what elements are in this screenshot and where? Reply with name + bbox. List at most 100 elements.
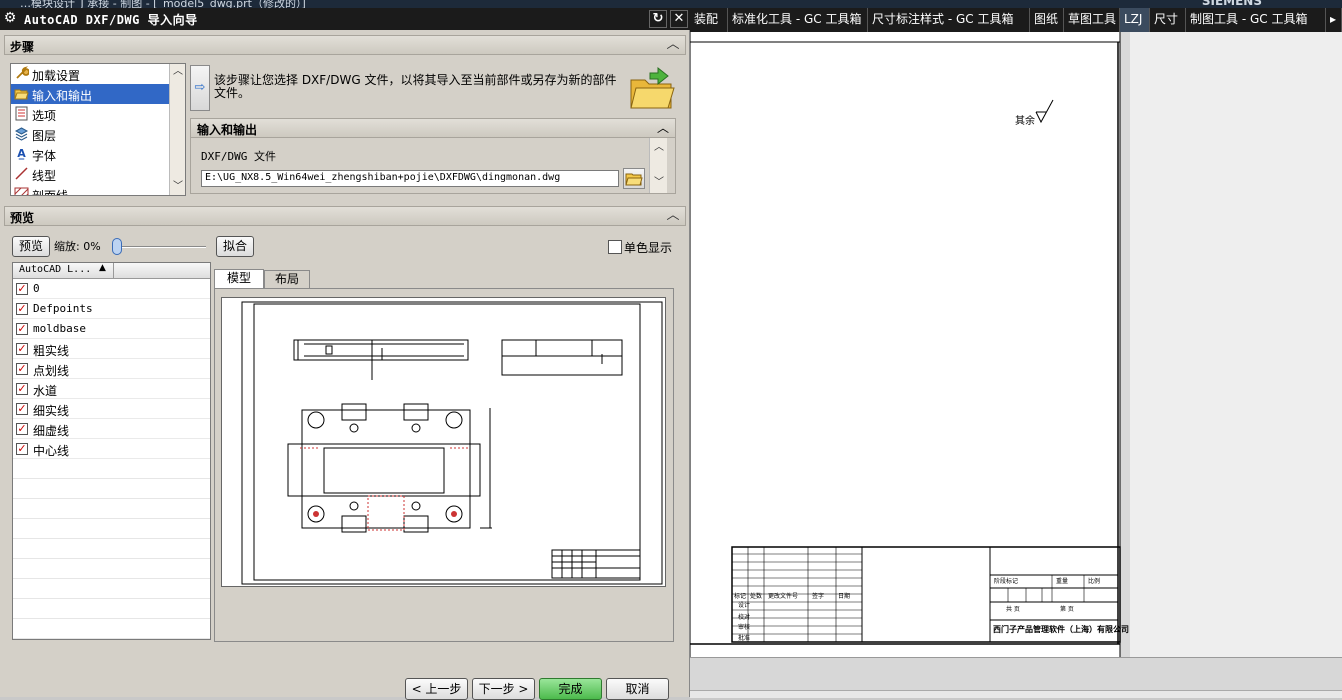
layer-row[interactable]: ✓ 中心线	[13, 439, 210, 459]
step-item-hatch[interactable]: 剖面线	[11, 184, 169, 196]
empty-row	[13, 539, 210, 559]
title-block-label: 第 页	[1060, 606, 1074, 613]
dialog-title: AutoCAD DXF/DWG 导入向导	[24, 13, 198, 27]
brand-logo: SIEMENS	[1201, 0, 1262, 8]
folder-import-icon	[628, 66, 676, 112]
layer-row[interactable]: ✓ 水道	[13, 379, 210, 399]
layer-column-header[interactable]: AutoCAD L... ▲	[13, 263, 210, 279]
zoom-label: 缩放: 0%	[54, 240, 101, 253]
step-item-label: 线型	[32, 169, 57, 183]
layer-row[interactable]: ✓ 细虚线	[13, 419, 210, 439]
title-block-label: 比例	[1088, 578, 1101, 585]
layer-name: 细实线	[33, 404, 70, 418]
layer-checkbox[interactable]: ✓	[16, 443, 28, 455]
layer-list[interactable]: AutoCAD L... ▲ ✓ 0 ✓ Defpoints ✓ moldbase ✓ 粗实线…	[12, 262, 211, 640]
title-block-label: 重量	[1056, 578, 1069, 585]
step-item-fonts[interactable]: A̲ 字体	[11, 144, 169, 164]
steps-section-header[interactable]: 步骤 ︿	[4, 35, 686, 55]
chevron-up-icon[interactable]: ︿	[655, 120, 671, 136]
reset-icon[interactable]: ↻	[649, 10, 667, 28]
empty-row	[13, 479, 210, 499]
linetype-icon	[14, 166, 29, 181]
zoom-slider-track[interactable]	[116, 246, 206, 248]
title-block-label: 审核	[738, 624, 751, 631]
empty-row	[13, 579, 210, 599]
tab-layout[interactable]: 布局	[264, 270, 310, 288]
chevron-down-icon[interactable]: ﹀	[170, 179, 185, 195]
empty-row	[13, 599, 210, 619]
preview-section-header[interactable]: 预览 ︿	[4, 206, 686, 226]
steps-scrollbar[interactable]: ︿ ﹀	[169, 64, 185, 195]
sort-up-icon[interactable]: ▲	[99, 263, 106, 273]
ribbon-tab[interactable]: 制图工具 - GC 工具箱	[1186, 8, 1326, 32]
fit-button[interactable]: 拟合	[216, 236, 254, 257]
steps-list[interactable]: 加载设置 输入和输出 选项 图层 A̲ 字体 线型 剖面线 ︿ ﹀	[10, 63, 186, 196]
layer-name: 中心线	[33, 444, 70, 458]
step-item-label: 字体	[32, 149, 57, 163]
step-item-linetype[interactable]: 线型	[11, 164, 169, 184]
top-strip: …模块设计_J 承接 - 制图 - [_model5_dwg.prt（修改的）]…	[0, 0, 1342, 10]
ribbon-tab[interactable]: 装配	[690, 8, 728, 32]
chevron-up-icon[interactable]: ︿	[651, 140, 667, 156]
step-item-layers[interactable]: 图层	[11, 124, 169, 144]
layer-checkbox[interactable]: ✓	[16, 303, 28, 315]
hatch-icon	[14, 186, 29, 195]
layer-checkbox[interactable]: ✓	[16, 383, 28, 395]
mono-display-checkbox[interactable]	[608, 240, 622, 254]
step-item-input-output[interactable]: 输入和输出	[11, 84, 169, 104]
layer-row[interactable]: ✓ moldbase	[13, 319, 210, 339]
chevron-up-icon[interactable]: ︿	[665, 208, 681, 224]
empty-row	[13, 499, 210, 519]
io-scrollbar[interactable]: ︿ ﹀	[649, 138, 667, 193]
chevron-right-icon[interactable]: ▸	[1328, 8, 1342, 32]
browse-folder-button[interactable]	[623, 168, 645, 189]
close-icon[interactable]: ✕	[670, 10, 688, 28]
ribbon-tab[interactable]: 标准化工具 - GC 工具箱	[728, 8, 868, 32]
tab-model[interactable]: 模型	[214, 269, 264, 289]
chevron-up-icon[interactable]: ︿	[665, 37, 681, 53]
title-block-label: 校对	[738, 614, 751, 621]
layer-checkbox[interactable]: ✓	[16, 323, 28, 335]
layer-checkbox[interactable]: ✓	[16, 283, 28, 295]
empty-row	[13, 459, 210, 479]
ribbon-tab[interactable]: 图纸	[1030, 8, 1064, 32]
step-arrow-button[interactable]: ⇨	[190, 65, 210, 111]
gear-icon[interactable]: ⚙	[2, 10, 18, 26]
layer-name: moldbase	[33, 322, 86, 335]
layer-column-label: AutoCAD L...	[19, 264, 92, 275]
ribbon-tab[interactable]: 尺寸	[1150, 8, 1186, 32]
layer-checkbox[interactable]: ✓	[16, 403, 28, 415]
layer-checkbox[interactable]: ✓	[16, 363, 28, 375]
chevron-down-icon[interactable]: ﹀	[651, 175, 667, 191]
layer-name: Defpoints	[33, 302, 93, 315]
title-block-label: 更改文件号	[768, 593, 799, 600]
layer-name: 粗实线	[33, 344, 70, 358]
title-block-label: 标记	[734, 593, 747, 600]
dwg-preview-canvas[interactable]	[221, 297, 666, 587]
dxf-file-path-input[interactable]: E:\UG_NX8.5_Win64wei_zhengshiban+pojie\D…	[201, 170, 619, 187]
ribbon-tab[interactable]: 尺寸标注样式 - GC 工具箱	[868, 8, 1030, 32]
dialog-title-bar[interactable]: ⚙ AutoCAD DXF/DWG 导入向导 ↻ ✕	[0, 8, 690, 30]
chevron-up-icon[interactable]: ︿	[170, 64, 185, 80]
step-item-load-settings[interactable]: 加载设置	[11, 64, 169, 84]
preview-button[interactable]: 预览	[12, 236, 50, 257]
layer-row[interactable]: ✓ 细实线	[13, 399, 210, 419]
import-wizard-dialog: ⚙ AutoCAD DXF/DWG 导入向导 ↻ ✕ 步骤 ︿ 加载设置 输入和…	[0, 8, 690, 700]
layer-row[interactable]: ✓ 0	[13, 279, 210, 299]
zoom-slider-thumb[interactable]	[112, 238, 122, 255]
layer-checkbox[interactable]: ✓	[16, 343, 28, 355]
preview-pane	[214, 288, 674, 642]
layer-row[interactable]: ✓ Defpoints	[13, 299, 210, 319]
ribbon-tab-bar: 装配 标准化工具 - GC 工具箱 尺寸标注样式 - GC 工具箱 图纸 草图工具 LZJ…	[690, 8, 1342, 32]
layer-row[interactable]: ✓ 点划线	[13, 359, 210, 379]
io-section-body: DXF/DWG 文件 E:\UG_NX8.5_Win64wei_zhengshi…	[190, 138, 676, 194]
step-item-options[interactable]: 选项	[11, 104, 169, 124]
layer-row[interactable]: ✓ 粗实线	[13, 339, 210, 359]
drawing-canvas[interactable]: 其余 标记 处数 更改文件号 签字 日期 设计 校对 审核 批准 阶段标记 重量 比例共 页 第 页 西…	[690, 32, 1342, 697]
io-section-header[interactable]: 输入和输出 ︿	[190, 118, 676, 138]
folder-open-icon	[625, 173, 643, 186]
ribbon-tab[interactable]: 草图工具	[1064, 8, 1120, 32]
layer-checkbox[interactable]: ✓	[16, 423, 28, 435]
step-item-label: 剖面线	[32, 189, 69, 196]
ribbon-tab[interactable]: LZJ	[1120, 8, 1150, 32]
